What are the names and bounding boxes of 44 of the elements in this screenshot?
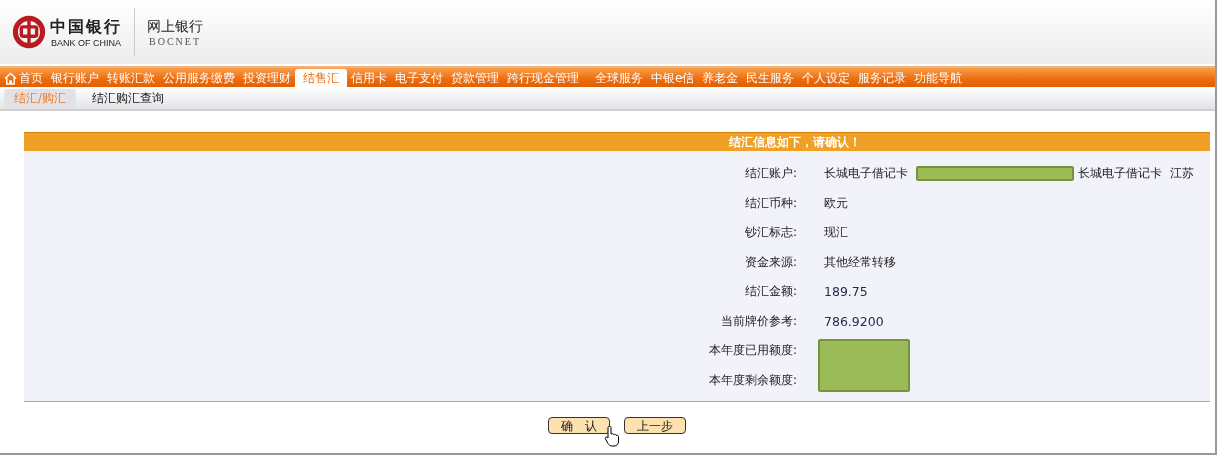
action-button[interactable]: 上一步 (623, 417, 686, 434)
field-label: 结汇金额: (743, 283, 798, 301)
home-icon (4, 71, 17, 85)
field-value: 786.9200 (824, 313, 884, 329)
nav-tab[interactable]: 功能导航 (910, 69, 967, 87)
nav-tab[interactable]: 中银e信 (647, 69, 699, 87)
bank-name-english: BANK OF CHINA (51, 37, 121, 48)
bank-name: 中国银行 (50, 16, 122, 38)
field-label: 钞汇标志: (743, 224, 798, 242)
field-value: 长城电子借记卡 (824, 165, 908, 183)
nav-tab[interactable]: 跨行现金管理 (503, 69, 583, 87)
panel-title: 结汇信息如下，请确认！ (24, 132, 1210, 151)
product-name-english: BOCNET (149, 35, 201, 47)
nav-tab[interactable]: 转账汇款 (103, 69, 159, 87)
field-label: 结汇币种: (743, 194, 798, 212)
field-value: 江苏 (1170, 165, 1194, 183)
field-value: 欧元 (824, 194, 848, 212)
bank-logo-icon (12, 15, 46, 49)
field-label: 本年度剩余额度: (707, 371, 798, 389)
nav-tab[interactable]: 民生服务 (742, 69, 799, 87)
product-name: 网上银行 (147, 17, 203, 36)
field-label: 资金来源: (743, 253, 798, 271)
nav-tab[interactable]: 贷款管理 (447, 69, 503, 87)
nav-tab[interactable]: 个人设定 (798, 69, 855, 87)
field-label: 当前牌价参考: (719, 312, 798, 330)
action-button[interactable]: 确 认 (547, 417, 610, 434)
nav-tab[interactable]: 首页 (0, 69, 47, 87)
field-value: 长城电子借记卡 (1078, 165, 1162, 183)
field-value: 现汇 (824, 224, 848, 242)
nav-tab[interactable]: 电子支付 (391, 69, 447, 87)
nav-tab[interactable]: 养老金 (698, 69, 743, 87)
nav-tab[interactable]: 银行账户 (47, 69, 103, 87)
sub-tab[interactable]: 结汇购汇查询 (82, 88, 175, 108)
nav-tab[interactable]: 信用卡 (347, 69, 391, 87)
nav-tab[interactable]: 公用服务缴费 (159, 69, 239, 87)
nav-tab[interactable]: 投资理财 (239, 69, 295, 87)
field-value: 其他经常转移 (824, 253, 896, 271)
nav-tab[interactable]: 服务记录 (854, 69, 911, 87)
nav-tab[interactable]: 全球服务 (591, 69, 647, 87)
nav-tab[interactable]: 结售汇 (295, 69, 347, 87)
field-label: 本年度已用额度: (707, 342, 798, 360)
field-value: 189.75 (824, 284, 868, 300)
field-label: 结汇账户: (743, 165, 798, 183)
sub-tab[interactable]: 结汇/购汇 (4, 88, 77, 108)
